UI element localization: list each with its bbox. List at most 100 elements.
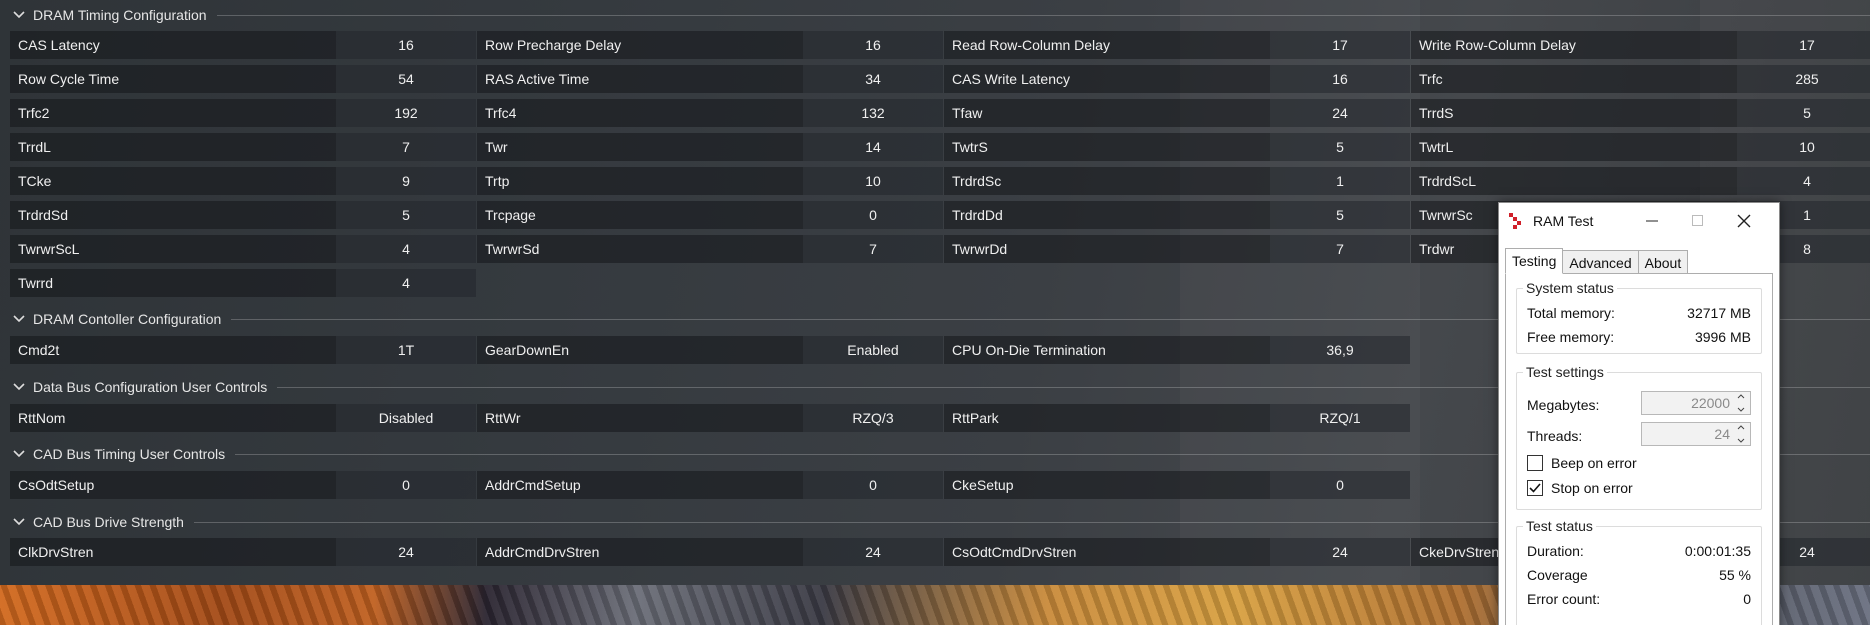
parameter-value: 1 [1270, 167, 1410, 195]
parameter-cell: TrrdL 7 [10, 133, 476, 161]
close-icon [1737, 214, 1751, 228]
minimize-button[interactable] [1629, 203, 1675, 239]
parameter-value: 4 [336, 235, 476, 263]
parameter-cell: CsOdtSetup 0 [10, 471, 476, 499]
parameter-cell: Trfc2 192 [10, 99, 476, 127]
section-title: Data Bus Configuration User Controls [33, 379, 268, 395]
chevron-down-icon[interactable] [12, 447, 26, 461]
parameter-cell: RAS Active Time 34 [477, 65, 943, 93]
checkbox-box[interactable] [1527, 480, 1543, 496]
parameter-value: 17 [1737, 31, 1870, 59]
system-status-group: System status Total memory: 32717 MB Fre… [1516, 280, 1762, 354]
parameter-name: TrdrdSd [10, 201, 336, 229]
section-title: DRAM Timing Configuration [33, 7, 207, 23]
parameter-name: Row Precharge Delay [477, 31, 803, 59]
parameter-cell: Read Row-Column Delay 17 [944, 31, 1410, 59]
total-memory-value: 32717 MB [1687, 305, 1751, 321]
parameter-cell: TrdrdSd 5 [10, 201, 476, 229]
parameter-value: Enabled [803, 336, 943, 364]
parameter-value: 34 [803, 65, 943, 93]
maximize-button[interactable] [1675, 203, 1721, 239]
parameter-cell: TrdrdSc 1 [944, 167, 1410, 195]
chevron-down-icon [1737, 438, 1745, 443]
parameter-cell: RttNom Disabled [10, 404, 476, 432]
parameter-cell: CPU On-Die Termination 36,9 [944, 336, 1410, 364]
parameter-name: Read Row-Column Delay [944, 31, 1270, 59]
parameter-name: TwrwrDd [944, 235, 1270, 263]
section-dram-timing[interactable]: DRAM Timing Configuration [0, 4, 1870, 26]
parameter-value: 24 [1270, 99, 1410, 127]
megabytes-value: 22000 [1691, 395, 1730, 411]
chevron-down-icon [1737, 407, 1745, 412]
parameter-value: Disabled [336, 404, 476, 432]
parameter-name: CsOdtCmdDrvStren [944, 538, 1270, 566]
parameter-cell: Trfc 285 [1411, 65, 1870, 93]
parameter-value: RZQ/1 [1270, 404, 1410, 432]
parameter-name: ClkDrvStren [10, 538, 336, 566]
test-settings-group: Test settings Megabytes: 22000 Threads: … [1516, 364, 1762, 510]
parameter-value: 0 [336, 471, 476, 499]
threads-input[interactable]: 24 [1641, 422, 1751, 446]
megabytes-input[interactable]: 22000 [1641, 391, 1751, 415]
parameter-value: 0 [803, 471, 943, 499]
parameter-cell: RttWr RZQ/3 [477, 404, 943, 432]
spin-arrows[interactable] [1734, 394, 1748, 412]
spin-arrows[interactable] [1734, 425, 1748, 443]
parameter-cell: Twr 14 [477, 133, 943, 161]
parameter-name: AddrCmdSetup [477, 471, 803, 499]
tab-testing[interactable]: Testing [1505, 248, 1564, 274]
close-button[interactable] [1721, 203, 1767, 239]
test-status-group: Test status Duration: 0:00:01:35 Coverag… [1516, 518, 1762, 625]
parameter-cell: Twrrd 4 [10, 269, 476, 297]
error-count-row: Error count: 0 [1527, 591, 1751, 607]
parameter-cell: Trfc4 132 [477, 99, 943, 127]
parameter-name: TrdrdScL [1411, 167, 1737, 195]
parameter-name: Cmd2t [10, 336, 336, 364]
free-memory-row: Free memory: 3996 MB [1527, 329, 1751, 345]
section-title: CAD Bus Drive Strength [33, 514, 184, 530]
parameter-value: 16 [803, 31, 943, 59]
parameter-name: Twr [477, 133, 803, 161]
beep-on-error-checkbox[interactable]: Beep on error [1527, 455, 1637, 471]
parameter-name: TCke [10, 167, 336, 195]
parameter-name: Trfc2 [10, 99, 336, 127]
parameter-cell: TrrdS 5 [1411, 99, 1870, 127]
parameter-cell: AddrCmdDrvStren 24 [477, 538, 943, 566]
parameter-name: TwrwrSd [477, 235, 803, 263]
parameter-value: 5 [336, 201, 476, 229]
chevron-down-icon[interactable] [12, 312, 26, 326]
parameter-value: 24 [1270, 538, 1410, 566]
parameter-cell: Trcpage 0 [477, 201, 943, 229]
tab-about[interactable]: About [1637, 250, 1689, 274]
parameter-name: AddrCmdDrvStren [477, 538, 803, 566]
duration-row: Duration: 0:00:01:35 [1527, 543, 1751, 559]
parameter-value: 10 [1737, 133, 1870, 161]
total-memory-label: Total memory: [1527, 305, 1615, 321]
chevron-down-icon[interactable] [12, 515, 26, 529]
parameter-value: 0 [803, 201, 943, 229]
parameter-value: 4 [336, 269, 476, 297]
tab-advanced[interactable]: Advanced [1562, 250, 1639, 274]
parameter-value: 5 [1270, 133, 1410, 161]
checkbox-box[interactable] [1527, 455, 1543, 471]
parameter-value: 7 [336, 133, 476, 161]
error-count-label: Error count: [1527, 591, 1601, 607]
section-title: DRAM Contoller Configuration [33, 311, 222, 327]
chevron-down-icon[interactable] [12, 8, 26, 22]
parameter-name: TrdrdDd [944, 201, 1270, 229]
parameter-value: 14 [803, 133, 943, 161]
parameter-value: 192 [336, 99, 476, 127]
duration-value: 0:00:01:35 [1684, 543, 1751, 559]
stop-on-error-checkbox[interactable]: Stop on error [1527, 480, 1633, 496]
parameter-cell: CAS Latency 16 [10, 31, 476, 59]
parameter-name: RttPark [944, 404, 1270, 432]
parameter-value: 1T [336, 336, 476, 364]
megabytes-label: Megabytes: [1527, 397, 1600, 413]
parameter-cell: TwrwrScL 4 [10, 235, 476, 263]
chevron-down-icon[interactable] [12, 380, 26, 394]
parameter-value: 4 [1737, 167, 1870, 195]
parameter-cell: CsOdtCmdDrvStren 24 [944, 538, 1410, 566]
group-title: System status [1523, 280, 1617, 296]
coverage-label: Coverage [1527, 567, 1588, 583]
title-bar[interactable]: RAM Test [1499, 203, 1779, 239]
